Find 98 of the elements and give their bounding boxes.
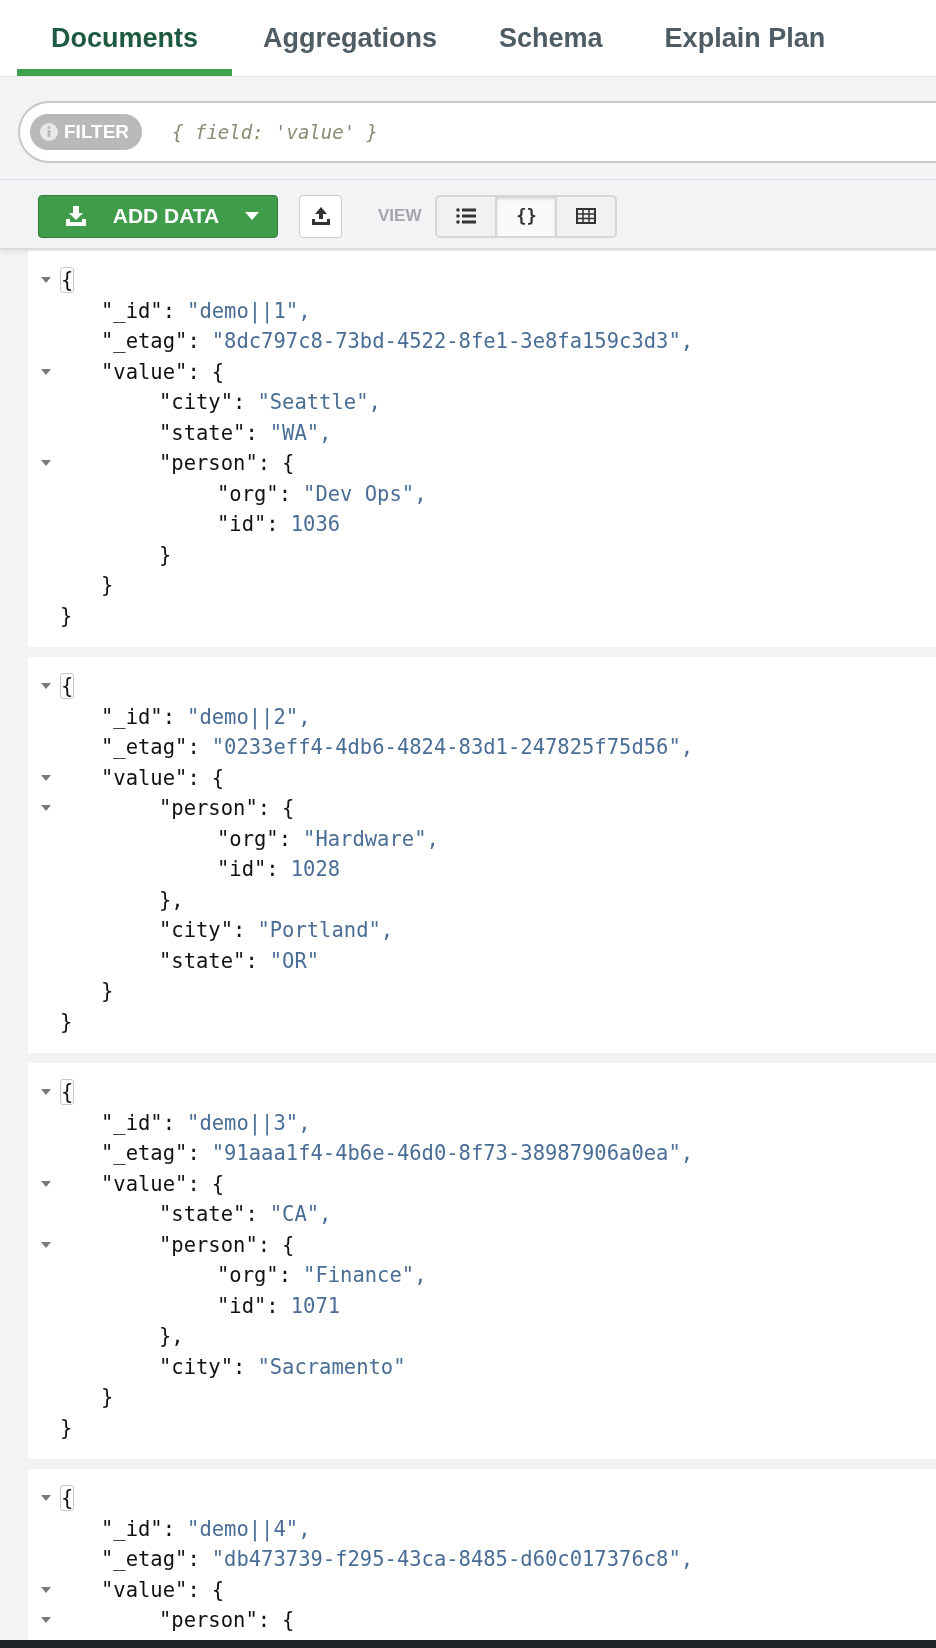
caret-icon[interactable] xyxy=(40,773,52,782)
json-key: "_etag": xyxy=(101,1141,200,1166)
close-brace: }, xyxy=(159,887,184,912)
tab[interactable]: Schema xyxy=(468,0,634,76)
caret-icon[interactable] xyxy=(40,459,52,468)
json-key: "city": xyxy=(159,390,246,415)
json-key: "person": xyxy=(159,451,271,476)
json-key: "_id": xyxy=(101,298,176,323)
json-key: "city": xyxy=(159,1354,246,1379)
download-icon xyxy=(65,205,87,227)
json-key: "_etag": xyxy=(101,1547,200,1572)
json-key: "_etag": xyxy=(101,329,200,354)
json-key: "state": xyxy=(159,948,258,973)
close-brace: }, xyxy=(159,1324,184,1349)
table-view-button[interactable] xyxy=(555,194,618,238)
caret-icon[interactable] xyxy=(40,276,52,285)
open-brace: { xyxy=(282,451,295,476)
json-value: "demo||1", xyxy=(187,298,311,323)
json-key: "person": xyxy=(159,1608,271,1633)
tab[interactable]: Aggregations xyxy=(232,0,469,76)
json-key: "id": xyxy=(217,512,279,537)
close-brace: } xyxy=(60,603,73,628)
filter-field[interactable]: FILTER { field: 'value' } xyxy=(18,101,936,163)
json-value: "Hardware", xyxy=(303,826,439,851)
json-key: "org": xyxy=(217,826,292,851)
json-key: "org": xyxy=(217,1263,292,1288)
json-value: "WA", xyxy=(269,420,332,445)
caret-icon xyxy=(245,212,259,220)
list-view-button[interactable] xyxy=(435,194,498,238)
close-brace: } xyxy=(101,573,114,598)
json-value: "demo||2", xyxy=(187,704,311,729)
json-key: "_id": xyxy=(101,1110,176,1135)
json-key: "value": xyxy=(101,1577,200,1602)
open-brace: { xyxy=(282,796,295,821)
open-brace: { xyxy=(282,1232,295,1257)
caret-icon[interactable] xyxy=(40,804,52,813)
open-brace: { xyxy=(60,267,75,294)
json-value: "CA", xyxy=(269,1202,332,1227)
add-data-button[interactable]: ADD DATA xyxy=(38,194,278,238)
json-value: 1071 xyxy=(290,1293,341,1318)
json-key: "person": xyxy=(159,796,271,821)
caret-icon[interactable] xyxy=(40,682,52,691)
json-value: "0233eff4-4db6-4824-83d1-247825f75d56", xyxy=(211,735,694,760)
json-key: "_etag": xyxy=(101,735,200,760)
tab[interactable]: Documents xyxy=(17,0,233,76)
json-value: "OR" xyxy=(269,948,320,973)
json-key: "_id": xyxy=(101,704,176,729)
json-value: "8dc797c8-73bd-4522-8fe1-3e8fa159c3d3", xyxy=(211,329,694,354)
table-icon xyxy=(576,208,597,224)
close-brace: } xyxy=(101,979,114,1004)
caret-icon[interactable] xyxy=(40,1088,52,1097)
caret-icon[interactable] xyxy=(40,1585,52,1594)
json-key: "value": xyxy=(101,765,200,790)
list-icon xyxy=(456,208,477,224)
json-key: "state": xyxy=(159,1202,258,1227)
view-label: VIEW xyxy=(378,206,422,226)
json-value: "91aaa1f4-4b6e-46d0-8f73-38987906a0ea", xyxy=(211,1141,694,1166)
open-brace: { xyxy=(60,673,75,700)
close-brace: } xyxy=(60,1009,73,1034)
json-value: 1036 xyxy=(290,512,341,537)
open-brace: { xyxy=(211,765,225,790)
close-brace: } xyxy=(60,1415,73,1440)
open-brace: { xyxy=(211,1171,225,1196)
caret-icon[interactable] xyxy=(40,1616,52,1625)
json-key: "value": xyxy=(101,359,200,384)
json-key: "state": xyxy=(159,420,258,445)
json-value: "demo||4", xyxy=(187,1516,311,1541)
open-brace: { xyxy=(282,1608,295,1633)
caret-icon[interactable] xyxy=(40,1494,52,1503)
json-key: "_id": xyxy=(101,1516,176,1541)
json-value: "db473739-f295-43ca-8485-d60c017376c8", xyxy=(211,1547,694,1572)
upload-button[interactable] xyxy=(299,194,342,238)
json-value: "Dev Ops", xyxy=(303,481,427,506)
close-brace: } xyxy=(101,1385,114,1410)
close-brace: } xyxy=(159,542,172,567)
json-value: "demo||3", xyxy=(187,1110,311,1135)
json-value: "Sacramento" xyxy=(257,1354,406,1379)
json-key: "id": xyxy=(217,857,279,882)
tab[interactable]: Explain Plan xyxy=(633,0,857,76)
caret-icon[interactable] xyxy=(40,367,52,376)
json-key: "id": xyxy=(217,1293,279,1318)
json-value: "Finance", xyxy=(303,1263,427,1288)
open-brace: { xyxy=(60,1079,75,1106)
open-brace: { xyxy=(60,1485,75,1512)
json-key: "value": xyxy=(101,1171,200,1196)
json-value: "Seattle", xyxy=(257,390,381,415)
open-brace: { xyxy=(211,359,225,384)
json-value: 1028 xyxy=(290,857,341,882)
json-key: "city": xyxy=(159,918,246,943)
caret-icon[interactable] xyxy=(40,1179,52,1188)
open-brace: { xyxy=(211,1577,225,1602)
json-value: "Portland", xyxy=(257,918,394,943)
json-view-button[interactable]: {} xyxy=(495,194,558,238)
info-icon xyxy=(39,122,59,142)
upload-icon xyxy=(310,206,331,226)
json-key: "org": xyxy=(217,481,292,506)
json-key: "person": xyxy=(159,1232,271,1257)
caret-icon[interactable] xyxy=(40,1240,52,1249)
